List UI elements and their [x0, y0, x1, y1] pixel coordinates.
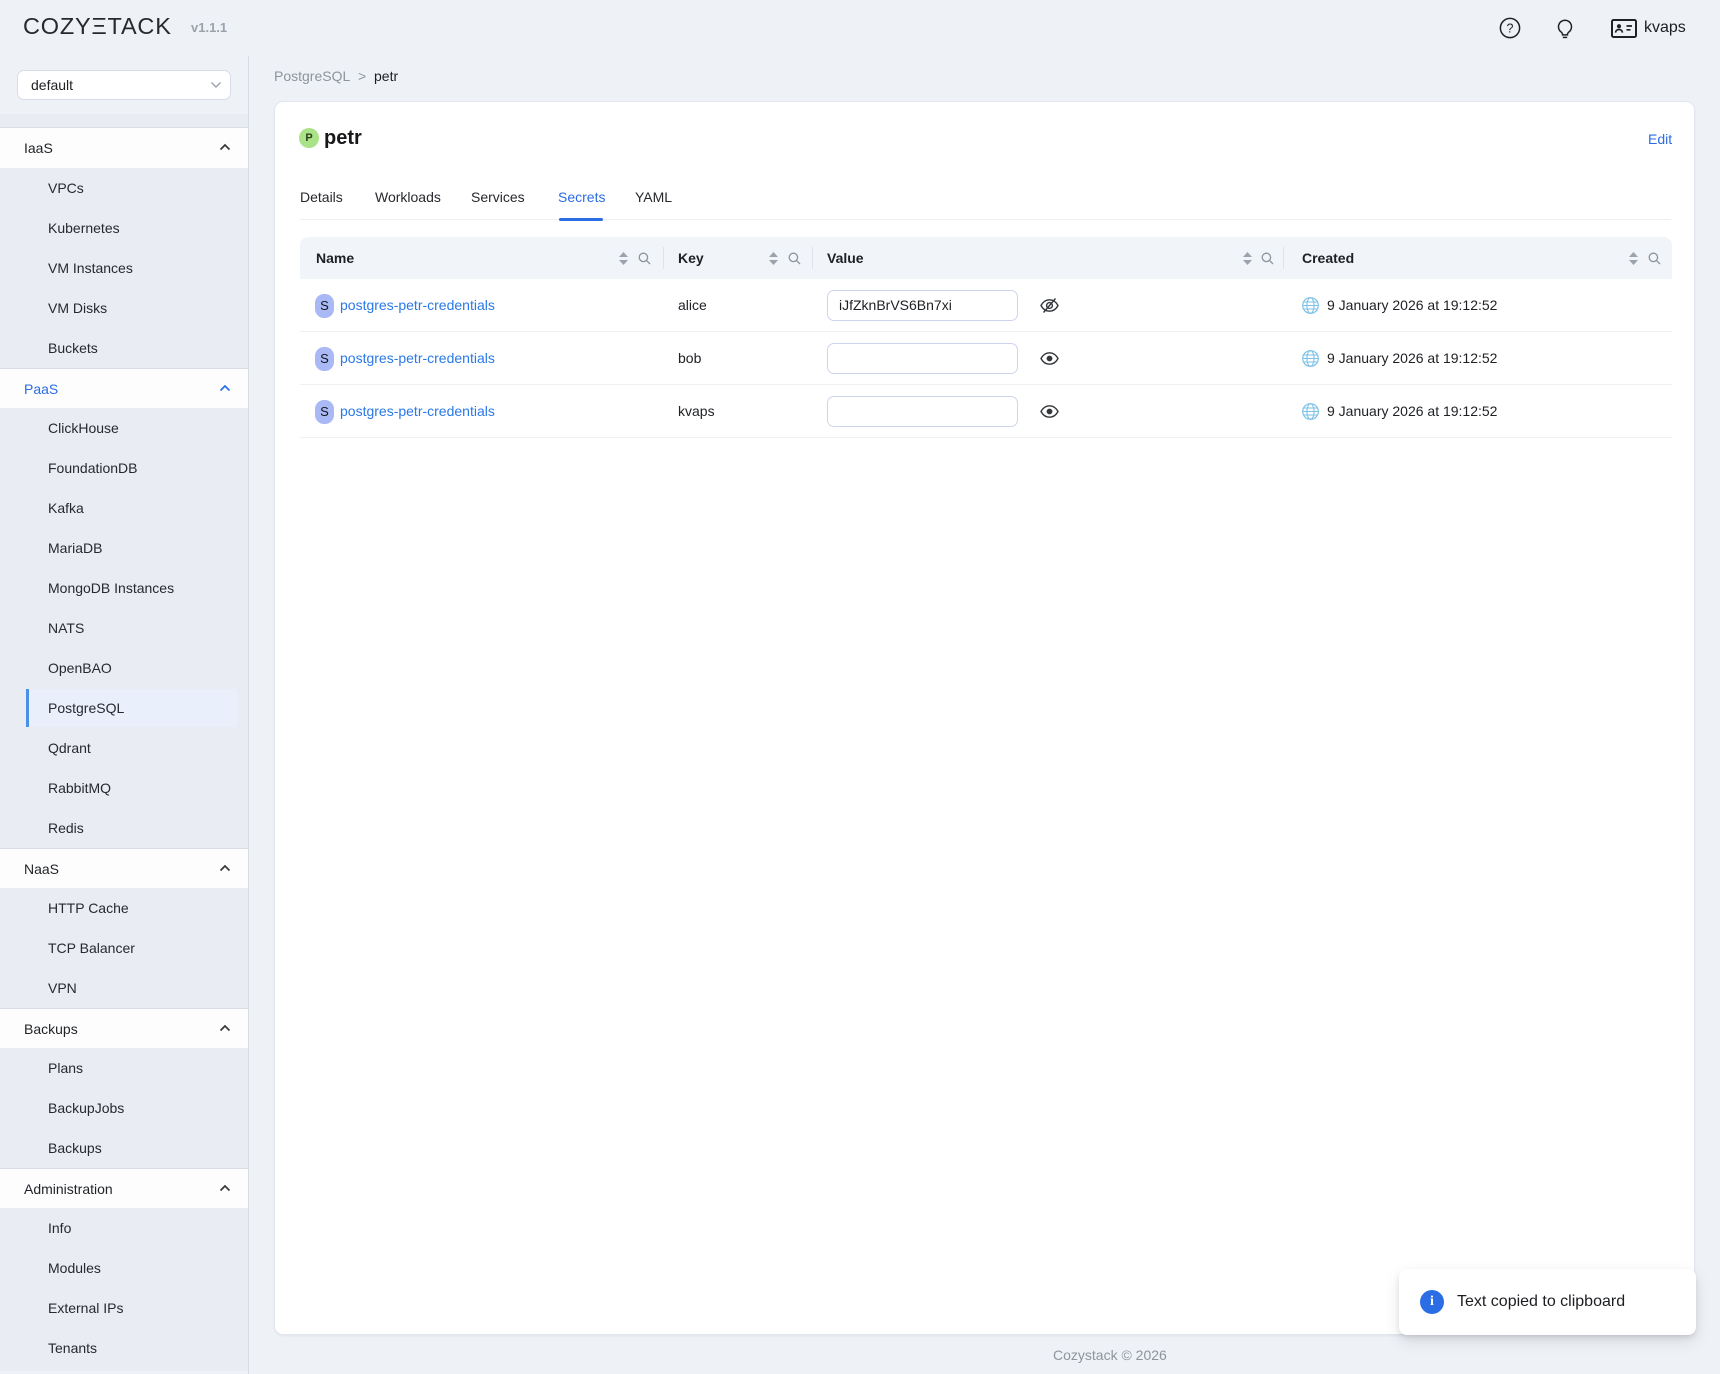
- svg-text:?: ?: [1507, 21, 1514, 35]
